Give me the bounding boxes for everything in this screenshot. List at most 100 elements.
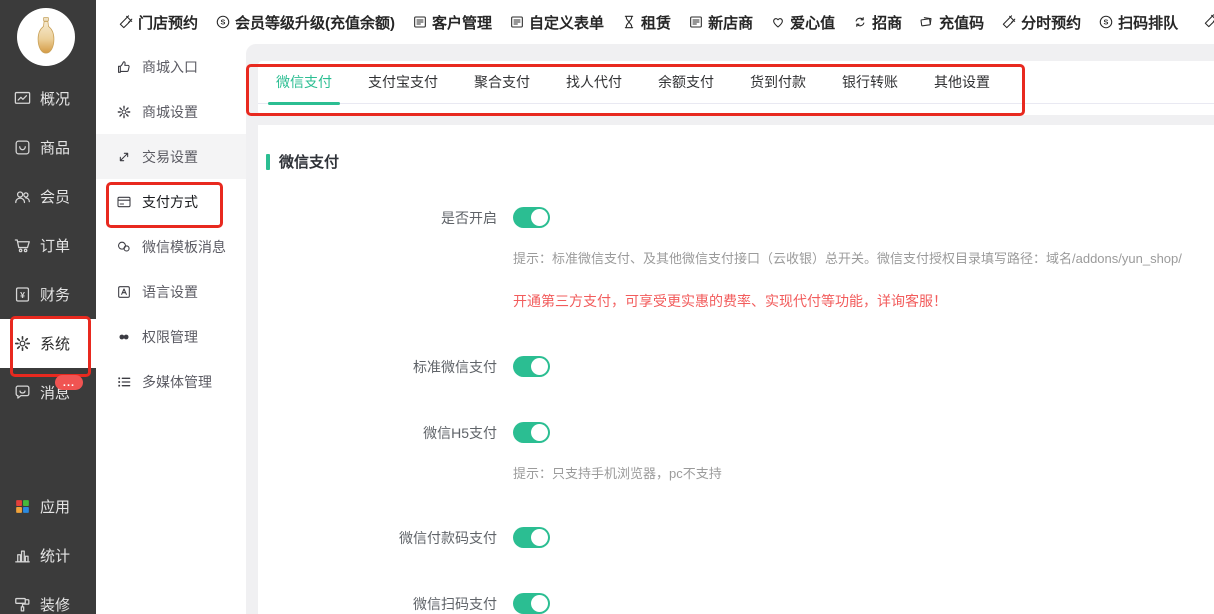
- gavel-icon: [1203, 13, 1214, 29]
- submenu-item-1[interactable]: 商城设置: [96, 89, 246, 134]
- tab-1[interactable]: 支付宝支付: [350, 61, 456, 103]
- topnav-item-label: 门店预约: [138, 12, 198, 33]
- svg-text:S: S: [1104, 18, 1109, 27]
- sidebar-item-label: 商品: [40, 137, 70, 158]
- bar-chart-icon: [13, 546, 32, 565]
- topnav-item-5[interactable]: 新店商: [688, 12, 753, 33]
- topnav-item-3[interactable]: 自定义表单: [509, 12, 604, 33]
- form-row-label: 微信付款码支付: [266, 528, 497, 548]
- sidebar-item-main-1[interactable]: 商品: [0, 123, 96, 172]
- credit-card-icon: [116, 194, 132, 210]
- binoculars-icon: [116, 329, 132, 345]
- sidebar-item-main-6[interactable]: 消息: [0, 368, 96, 417]
- topnav-overflow-item[interactable]: [1203, 13, 1214, 30]
- sidebar-item-main-2[interactable]: 会员: [0, 172, 96, 221]
- topnav-item-label: 分时预约: [1021, 12, 1081, 33]
- gavel-icon: [1001, 14, 1017, 30]
- sidebar-bottom-group: 应用统计装修: [0, 482, 96, 614]
- form-row-label: 微信H5支付: [266, 423, 497, 443]
- topnav-item-10[interactable]: S扫码排队: [1098, 12, 1178, 33]
- heart-icon: [770, 14, 786, 30]
- toggle-switch[interactable]: [513, 527, 550, 548]
- swap-arrows-icon: [116, 149, 132, 165]
- sidebar-item-label: 装修: [40, 594, 70, 614]
- topnav-item-1[interactable]: S会员等级升级(充值余额): [215, 12, 395, 33]
- form-hint: 提示：只支持手机浏览器，pc不支持: [513, 463, 1214, 482]
- form-row-label: 标准微信支付: [266, 357, 497, 377]
- form-icon: [688, 14, 704, 30]
- toggle-switch[interactable]: [513, 356, 550, 377]
- gear-icon: [13, 334, 32, 353]
- recycle-icon: [852, 14, 868, 30]
- goods-box-icon: [13, 138, 32, 157]
- topnav-item-4[interactable]: 租赁: [621, 12, 671, 33]
- sidebar-item-bottom-1[interactable]: 统计: [0, 531, 96, 580]
- tab-4[interactable]: 余额支付: [640, 61, 732, 103]
- submenu-item-3[interactable]: 支付方式: [96, 179, 246, 224]
- sidebar-item-label: 统计: [40, 545, 70, 566]
- chat-smile-icon: [13, 383, 32, 402]
- form-row: 微信扫码支付: [266, 593, 1214, 614]
- submenu-item-2[interactable]: 交易设置: [96, 134, 246, 179]
- toggle-switch[interactable]: [513, 207, 550, 228]
- form-row: 微信H5支付: [266, 422, 1214, 443]
- sidebar-item-label: 概况: [40, 88, 70, 109]
- message-badge[interactable]: ...: [55, 375, 83, 390]
- tab-3[interactable]: 找人代付: [548, 61, 640, 103]
- admin-screen: 概况商品会员订单 ¥ 财务系统消息 应用统计装修 ... 门店预约 S会员等级升级(充…: [0, 0, 1214, 614]
- svg-text:¥: ¥: [20, 290, 25, 300]
- sidebar-item-label: 会员: [40, 186, 70, 207]
- tab-0[interactable]: 微信支付: [258, 61, 350, 103]
- sidebar: 概况商品会员订单 ¥ 财务系统消息 应用统计装修: [0, 0, 96, 614]
- topnav-item-8[interactable]: 充值码: [919, 12, 984, 33]
- submenu-item-0[interactable]: 商城入口: [96, 44, 246, 89]
- payment-tabs-card: 微信支付支付宝支付聚合支付找人代付余额支付货到付款银行转账其他设置: [258, 61, 1214, 115]
- submenu-item-7[interactable]: 多媒体管理: [96, 359, 246, 404]
- topnav-item-label: 充值码: [939, 12, 984, 33]
- submenu-item-label: 语言设置: [142, 282, 198, 302]
- gear-icon: [116, 104, 132, 120]
- shop-logo[interactable]: [17, 8, 75, 66]
- media-list-icon: [116, 374, 132, 390]
- topnav-item-label: 招商: [872, 12, 902, 33]
- submenu-item-label: 支付方式: [142, 192, 198, 212]
- wechat-icon: [116, 239, 132, 255]
- sidebar-item-bottom-0[interactable]: 应用: [0, 482, 96, 531]
- toggle-knob: [531, 424, 548, 441]
- members-icon: [13, 187, 32, 206]
- s-circle-icon: S: [1098, 14, 1114, 30]
- submenu-item-6[interactable]: 权限管理: [96, 314, 246, 359]
- toggle-switch[interactable]: [513, 422, 550, 443]
- section-title-text: 微信支付: [279, 151, 339, 172]
- sidebar-item-main-3[interactable]: 订单: [0, 221, 96, 270]
- thumb-up-icon: [116, 59, 132, 75]
- submenu-item-label: 商城入口: [142, 57, 198, 77]
- tab-6[interactable]: 银行转账: [824, 61, 916, 103]
- topnav-item-9[interactable]: 分时预约: [1001, 12, 1081, 33]
- submenu-item-label: 权限管理: [142, 327, 198, 347]
- sidebar-item-label: 财务: [40, 284, 70, 305]
- submenu-item-label: 多媒体管理: [142, 372, 212, 392]
- sidebar-item-main-4[interactable]: ¥ 财务: [0, 270, 96, 319]
- tab-2[interactable]: 聚合支付: [456, 61, 548, 103]
- submenu-item-label: 商城设置: [142, 102, 198, 122]
- tab-7[interactable]: 其他设置: [916, 61, 1008, 103]
- sidebar-item-main-0[interactable]: 概况: [0, 74, 96, 123]
- perfume-bottle-icon: [27, 14, 65, 60]
- settings-form: 是否开启提示：标准微信支付、及其他微信支付接口（云收银）总开关。微信支付授权目录…: [266, 207, 1214, 614]
- tab-5[interactable]: 货到付款: [732, 61, 824, 103]
- topnav-item-2[interactable]: 客户管理: [412, 12, 492, 33]
- wechat-pay-panel: 微信支付 是否开启提示：标准微信支付、及其他微信支付接口（云收银）总开关。微信支…: [258, 125, 1214, 614]
- submenu-item-4[interactable]: 微信模板消息: [96, 224, 246, 269]
- sidebar-item-main-5[interactable]: 系统: [0, 319, 96, 368]
- topnav-item-7[interactable]: 招商: [852, 12, 902, 33]
- sidebar-item-bottom-2[interactable]: 装修: [0, 580, 96, 614]
- topnav-item-0[interactable]: 门店预约: [118, 12, 198, 33]
- toggle-switch[interactable]: [513, 593, 550, 614]
- topnav-item-6[interactable]: 爱心值: [770, 12, 835, 33]
- submenu-item-5[interactable]: 语言设置: [96, 269, 246, 314]
- cart-icon: [13, 236, 32, 255]
- form-row: 标准微信支付: [266, 356, 1214, 377]
- hourglass-icon: [621, 14, 637, 30]
- ticket-icon: [919, 14, 935, 30]
